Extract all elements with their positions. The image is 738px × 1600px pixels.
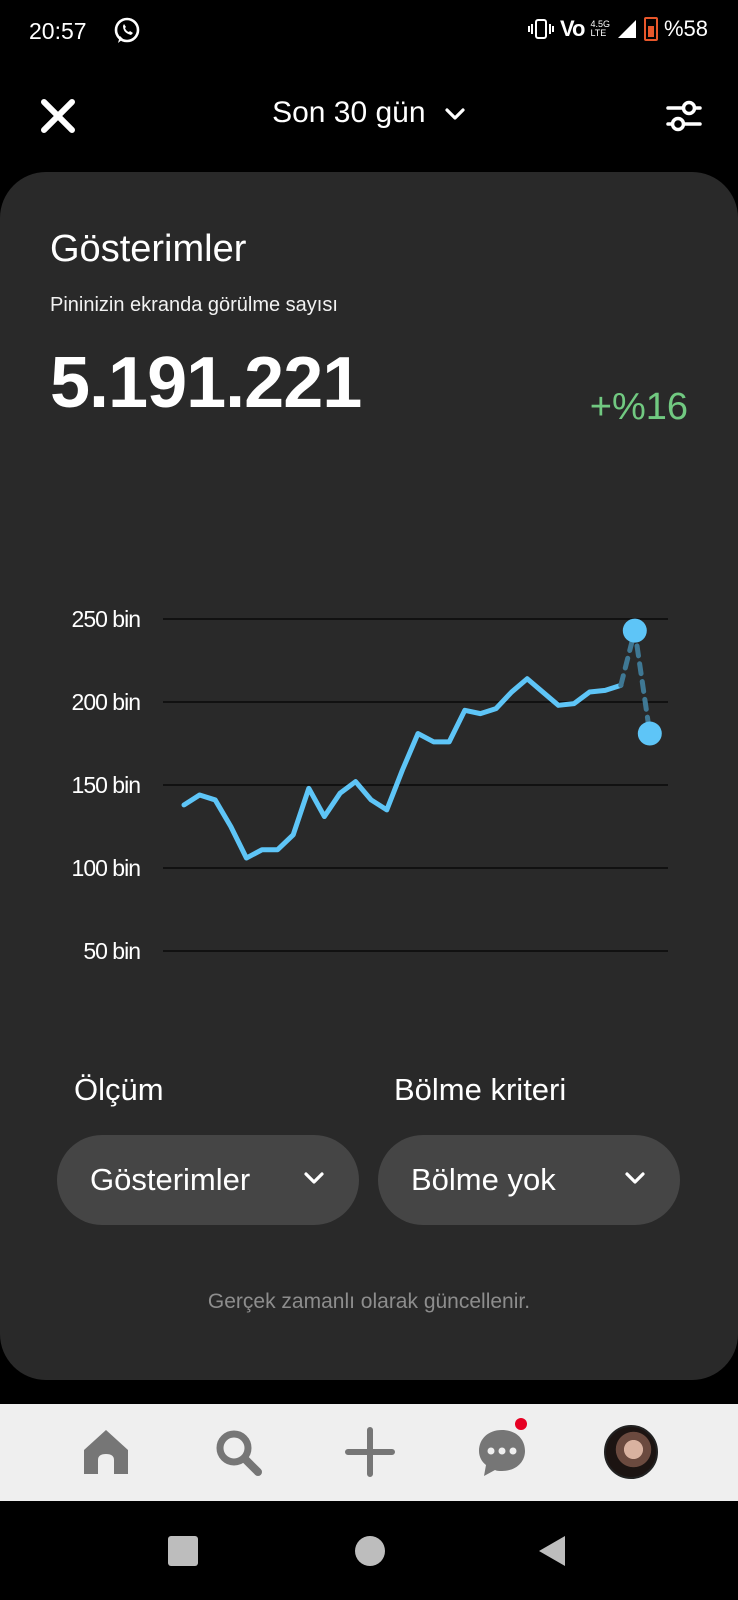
recent-apps-icon[interactable] [167,1535,199,1567]
metric-label: Ölçüm [74,1072,164,1107]
metric-dropdown[interactable]: Gösterimler [57,1135,359,1225]
battery-level: %58 [663,16,708,41]
status-time: 20:57 [29,18,87,44]
projection-line [618,630,653,737]
split-dropdown[interactable]: Bölme yok [378,1135,680,1225]
chevron-down-icon [445,108,465,120]
network-type: 4.5G LTE [590,19,610,38]
home-button-icon[interactable] [354,1535,386,1567]
date-range-label: Son 30 gün [272,96,426,129]
vibrate-icon [527,19,554,39]
status-indicators: Vo 4.5G LTE %58 [527,16,708,42]
chevron-down-icon [625,1172,645,1184]
y-tick-label: 150 bin [72,772,141,798]
impressions-chart: 250 bin200 bin150 bin100 bin50 bin27 Kas… [72,606,668,964]
projection-point [622,618,647,643]
avatar[interactable] [604,1425,658,1479]
change-percentage: +%16 [589,386,688,428]
chevron-down-icon [304,1172,324,1184]
y-tick-label: 250 bin [72,606,141,632]
date-range-dropdown[interactable]: Son 30 gün [0,96,738,130]
home-icon[interactable] [78,1424,134,1480]
y-tick-label: 100 bin [72,855,141,881]
search-icon[interactable] [210,1424,266,1480]
bottom-nav [0,1404,738,1501]
split-label: Bölme kriteri [394,1072,567,1107]
impressions-card: Gösterimler Pininizin ekranda görülme sa… [0,172,738,1380]
status-bar: 20:57 Vo 4.5G LTE %58 [0,0,738,66]
series-line [181,676,624,861]
filter-settings-icon[interactable] [664,96,704,136]
card-title: Gösterimler [50,228,247,270]
system-nav-bar [0,1501,738,1600]
whatsapp-icon [114,17,140,43]
back-icon[interactable] [537,1535,567,1567]
top-bar: Son 30 gün [0,80,738,152]
y-tick-label: 200 bin [72,689,141,715]
impressions-total: 5.191.221 [50,343,362,423]
card-subtitle: Pininizin ekranda görülme sayısı [50,294,338,316]
split-dropdown-value: Bölme yok [411,1162,556,1197]
plus-icon[interactable] [342,1424,398,1480]
signal-icon [617,20,636,38]
metric-dropdown-value: Gösterimler [90,1162,251,1197]
messages-icon[interactable] [474,1424,530,1480]
volte-indicator: Vo [559,16,586,41]
y-tick-label: 50 bin [83,938,140,964]
realtime-note: Gerçek zamanlı olarak güncellenir. [207,1290,531,1313]
battery-icon [643,17,658,41]
notification-dot [515,1418,527,1430]
projection-point [637,721,662,746]
